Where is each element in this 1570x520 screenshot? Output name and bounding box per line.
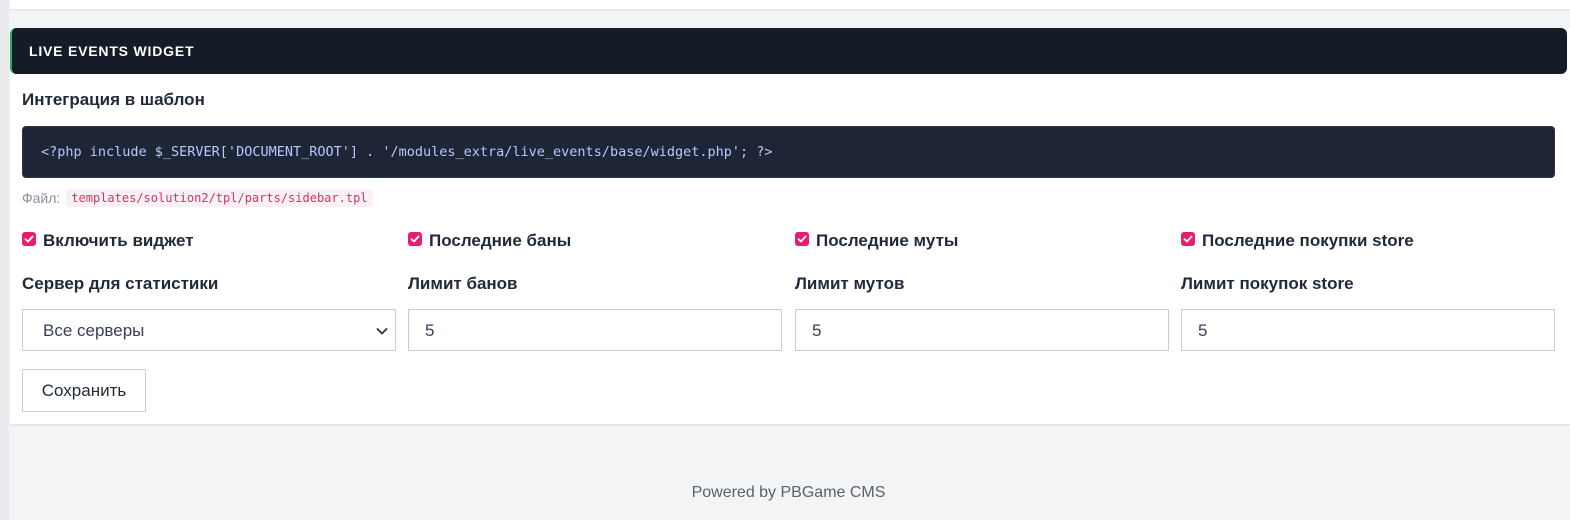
integration-title: Интеграция в шаблон (22, 90, 205, 109)
server-select[interactable]: Все серверы (22, 309, 396, 351)
checkbox-checked-icon[interactable] (1181, 232, 1195, 246)
checkbox-checked-icon[interactable] (22, 232, 36, 246)
sidebar-edge (0, 0, 9, 520)
checkbox-enable-widget[interactable]: Включить виджет (22, 230, 194, 252)
bans-limit-label: Лимит банов (408, 274, 518, 293)
page: LIVE EVENTS WIDGET Интеграция в шаблон <… (0, 0, 1570, 520)
mutes-limit-input[interactable]: 5 (795, 309, 1169, 351)
server-label: Сервер для статистики (22, 274, 219, 293)
checkbox-label: Последние баны (429, 231, 572, 250)
card-header: LIVE EVENTS WIDGET (10, 28, 1567, 74)
save-button[interactable]: Сохранить (22, 369, 146, 412)
file-path: templates/solution2/tpl/parts/sidebar.tp… (66, 189, 373, 207)
server-select-value: Все серверы (43, 321, 145, 340)
chevron-down-icon (375, 324, 389, 343)
checkbox-label: Включить виджет (43, 231, 194, 250)
code-snippet: <?php include $_SERVER['DOCUMENT_ROOT'] … (41, 144, 773, 160)
live-events-card: LIVE EVENTS WIDGET Интеграция в шаблон <… (10, 28, 1570, 425)
code-block: <?php include $_SERVER['DOCUMENT_ROOT'] … (22, 126, 1555, 178)
store-limit-input[interactable]: 5 (1181, 309, 1555, 351)
checkbox-last-store-purchases[interactable]: Последние покупки store (1181, 230, 1414, 252)
checkbox-last-mutes[interactable]: Последние муты (795, 230, 958, 252)
card-title: LIVE EVENTS WIDGET (29, 43, 195, 59)
file-row: Файл: templates/solution2/tpl/parts/side… (22, 188, 373, 208)
mutes-limit-value: 5 (812, 321, 822, 340)
footer-text: Powered by PBGame CMS (691, 484, 886, 501)
checkbox-checked-icon[interactable] (408, 232, 422, 246)
checkbox-last-bans[interactable]: Последние баны (408, 230, 571, 252)
previous-card (10, 0, 1570, 10)
bans-limit-input[interactable]: 5 (408, 309, 782, 351)
file-label: Файл: (22, 190, 61, 206)
checkbox-label: Последние покупки store (1202, 231, 1414, 250)
bans-limit-value: 5 (425, 321, 435, 340)
store-limit-label: Лимит покупок store (1181, 274, 1354, 293)
mutes-limit-label: Лимит мутов (795, 274, 905, 293)
store-limit-value: 5 (1198, 321, 1208, 340)
checkbox-checked-icon[interactable] (795, 232, 809, 246)
checkbox-label: Последние муты (816, 231, 959, 250)
